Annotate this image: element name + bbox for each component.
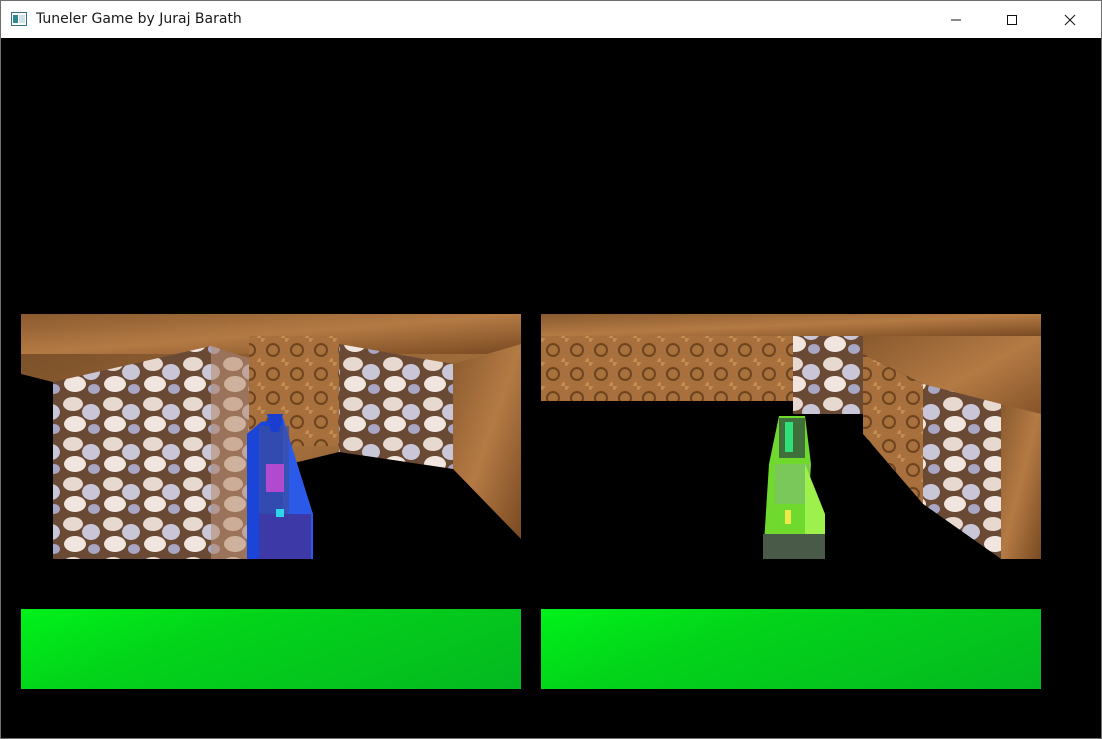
player-1-health-bar — [21, 609, 521, 689]
player-1-health-fill — [21, 609, 521, 689]
player-2-viewport — [541, 314, 1041, 559]
close-icon — [1064, 14, 1076, 25]
maximize-icon — [1007, 14, 1017, 25]
minimize-button[interactable] — [933, 1, 979, 38]
maximize-button[interactable] — [989, 1, 1035, 38]
game-window: Tuneler Game by Juraj Barath — [0, 0, 1102, 739]
app-window-icon — [11, 12, 27, 26]
title-bar[interactable]: Tuneler Game by Juraj Barath — [1, 1, 1101, 38]
window-title: Tuneler Game by Juraj Barath — [36, 11, 242, 27]
player-2-health-fill — [541, 609, 1041, 689]
close-button[interactable] — [1047, 1, 1093, 38]
minimize-icon — [951, 19, 961, 20]
player-2-health-bar — [541, 609, 1041, 689]
player-1-viewport — [21, 314, 521, 559]
